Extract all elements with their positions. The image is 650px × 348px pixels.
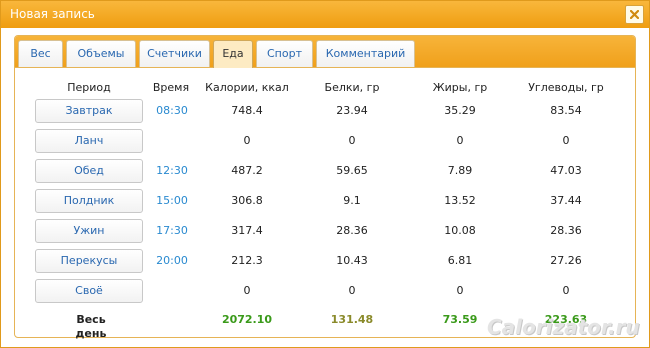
calories-lunch: 0	[243, 134, 251, 147]
time-link-snack-afternoon[interactable]: 15:00	[152, 194, 192, 208]
carbs-lunch: 0	[562, 134, 570, 147]
fat-snacks: 6.81	[447, 254, 473, 267]
carbs-breakfast: 83.54	[550, 104, 582, 117]
calories-supper: 317.4	[231, 224, 263, 237]
calories-custom: 0	[243, 284, 251, 297]
header-protein: Белки, гр	[324, 81, 380, 94]
protein-supper: 28.36	[336, 224, 368, 237]
close-button[interactable]	[625, 5, 644, 24]
watermark: Calorizator.ru	[487, 315, 640, 339]
time-link-dinner[interactable]: 12:30	[152, 164, 192, 178]
period-button-supper[interactable]: Ужин	[35, 219, 143, 243]
tab-sport[interactable]: Спорт	[256, 40, 313, 67]
total-protein: 131.48	[330, 313, 374, 326]
time-link-supper[interactable]: 17:30	[152, 224, 192, 238]
protein-custom: 0	[348, 284, 356, 297]
period-button-snack-afternoon[interactable]: Полдник	[35, 189, 143, 213]
total-label: Весь день	[75, 313, 107, 340]
tab-bar: Вес Объемы Счетчики Еда Спорт Комментари…	[15, 36, 635, 68]
protein-breakfast: 23.94	[336, 104, 368, 117]
calories-snacks: 212.3	[231, 254, 263, 267]
tab-volumes[interactable]: Объемы	[66, 40, 136, 67]
protein-dinner: 59.65	[336, 164, 368, 177]
tab-weight[interactable]: Вес	[18, 40, 63, 67]
carbs-snacks: 27.26	[550, 254, 582, 267]
dialog-titlebar: Новая запись	[1, 1, 649, 28]
tab-counters[interactable]: Счетчики	[139, 40, 210, 67]
calories-snack-afternoon: 306.8	[231, 194, 263, 207]
protein-lunch: 0	[348, 134, 356, 147]
tab-comment[interactable]: Комментарий	[316, 40, 415, 67]
fat-snack-afternoon: 13.52	[444, 194, 476, 207]
carbs-dinner: 47.03	[550, 164, 582, 177]
carbs-supper: 28.36	[550, 224, 582, 237]
period-button-custom[interactable]: Своё	[35, 279, 143, 303]
period-button-lunch[interactable]: Ланч	[35, 129, 143, 153]
fat-breakfast: 35.29	[444, 104, 476, 117]
close-icon	[630, 10, 639, 19]
carbs-snack-afternoon: 37.44	[550, 194, 582, 207]
fat-lunch: 0	[456, 134, 464, 147]
period-button-snacks[interactable]: Перекусы	[35, 249, 143, 273]
time-link-breakfast[interactable]: 08:30	[152, 104, 192, 118]
tab-food[interactable]: Еда	[213, 40, 253, 68]
new-entry-dialog: Новая запись Вес Объемы Счетчики Еда Спо…	[0, 0, 650, 348]
header-carbs: Углеводы, гр	[528, 81, 604, 94]
calories-dinner: 487.2	[231, 164, 263, 177]
time-link-snacks[interactable]: 20:00	[152, 254, 192, 268]
protein-snack-afternoon: 9.1	[343, 194, 361, 207]
calories-breakfast: 748.4	[231, 104, 263, 117]
header-fat: Жиры, гр	[432, 81, 488, 94]
fat-custom: 0	[456, 284, 464, 297]
header-calories: Калории, ккал	[205, 81, 289, 94]
total-calories: 2072.10	[221, 313, 273, 326]
fat-supper: 10.08	[444, 224, 476, 237]
dialog-title: Новая запись	[10, 7, 95, 21]
carbs-custom: 0	[562, 284, 570, 297]
period-button-dinner[interactable]: Обед	[35, 159, 143, 183]
fat-dinner: 7.89	[447, 164, 473, 177]
period-button-breakfast[interactable]: Завтрак	[35, 99, 143, 123]
protein-snacks: 10.43	[336, 254, 368, 267]
